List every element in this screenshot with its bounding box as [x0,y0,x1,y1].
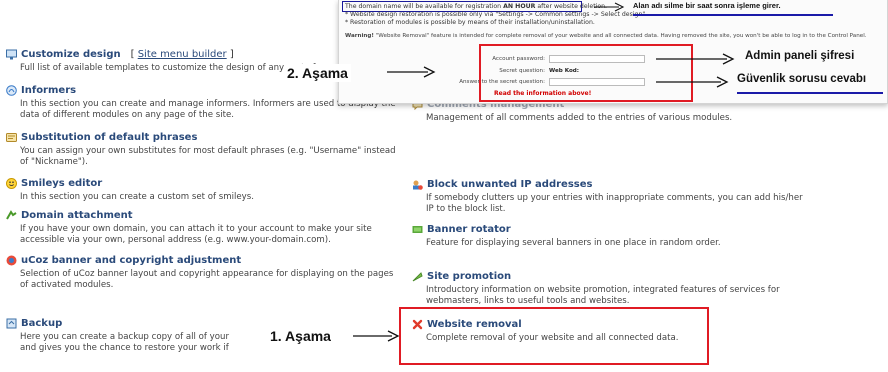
banner-copyright-item[interactable]: uCoz banner and copyright adjustment Sel… [6,254,401,291]
domain-desc: If you have your own domain, you can att… [20,224,372,245]
website-removal-highlight [399,307,709,365]
informer-icon [6,85,17,96]
module-restore-line: * Restoration of modules is possible by … [345,19,595,26]
domain-note-line: The domain name will be available for re… [345,3,607,11]
domain-title[interactable]: Domain attachment [21,209,133,222]
site-promotion-item[interactable]: Site promotion Introductory information … [412,270,807,307]
block-ip-desc: If somebody clutters up your entries wit… [426,193,803,214]
banner-rotator-title[interactable]: Banner rotator [427,223,511,236]
warning-label: Warning! [345,33,374,39]
monitor-icon [6,49,17,60]
phrases-icon [6,132,17,143]
customize-design-title[interactable]: Customize design [21,48,121,61]
domain-note-arrow [594,2,625,12]
backup-item[interactable]: Backup Here you can create a backup copy… [6,317,256,354]
security-answer-annotation: Güvenlik sorusu cevabı [737,73,867,85]
backup-icon [6,318,17,329]
site-promotion-title[interactable]: Site promotion [427,270,511,283]
admin-password-annotation: Admin paneli şifresi [745,50,855,62]
domain-note-annotation: Alan adı silme bir saat sonra işleme gir… [633,1,781,10]
site-promotion-desc: Introductory information on website prom… [426,285,780,306]
domain-note-pre: The domain name will be available for re… [345,3,504,10]
phrases-title[interactable]: Substitution of default phrases [21,131,197,144]
password-arrow [656,53,735,65]
informers-title[interactable]: Informers [21,84,76,97]
banner-icon [6,255,17,266]
banner-copyright-desc: Selection of uCoz banner layout and copy… [20,269,394,290]
banner-copyright-title[interactable]: uCoz banner and copyright adjustment [21,254,241,267]
block-ip-item[interactable]: Block unwanted IP addresses If somebody … [412,178,807,215]
phrases-desc: You can assign your own substitutes for … [20,146,396,167]
domain-icon [6,210,17,221]
domain-item[interactable]: Domain attachment If you have your own d… [6,209,401,246]
domain-note-bold: AN HOUR [503,3,536,10]
block-ip-title[interactable]: Block unwanted IP addresses [427,178,592,191]
banner-rotator-icon [412,224,423,235]
site-menu-builder-bracket: [ Site menu builder ] [130,49,234,60]
banner-rotator-item[interactable]: Banner rotator Feature for displaying se… [412,223,807,249]
step2-label: 2. Aşama [284,64,351,82]
step2-arrow [387,66,436,78]
backup-desc: Here you can create a backup copy of all… [20,332,252,353]
warning-body: "Website Removal" feature is intended fo… [373,33,867,39]
step1-label: 1. Aşama [270,328,331,344]
smileys-desc: In this section you can create a custom … [20,192,254,202]
phrases-item[interactable]: Substitution of default phrases You can … [6,131,401,168]
smileys-item[interactable]: Smileys editor In this section you can c… [6,177,401,203]
block-ip-icon [412,179,423,190]
smileys-title[interactable]: Smileys editor [21,177,102,190]
smiley-icon [6,178,17,189]
banner-rotator-desc: Feature for displaying several banners i… [426,238,721,248]
security-answer-underline [737,92,883,94]
removal-form-overlay: The domain name will be available for re… [338,0,888,104]
promotion-icon [412,271,423,282]
comments-desc: Management of all comments added to the … [426,113,733,123]
site-menu-builder-link[interactable]: Site menu builder [138,49,227,60]
backup-title[interactable]: Backup [21,317,62,330]
domain-note-underline [633,14,833,16]
warning-text: Warning! "Website Removal" feature is in… [345,32,867,40]
step1-arrow [353,330,400,342]
answer-arrow [656,76,729,88]
